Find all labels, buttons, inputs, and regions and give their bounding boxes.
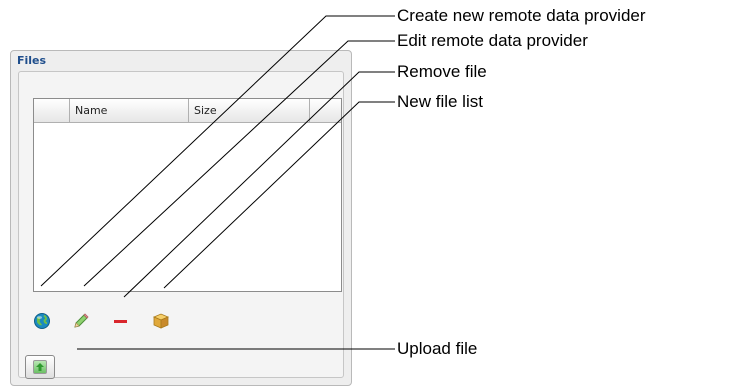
screenshot: Files Name Size Create new remote data p… — [0, 0, 731, 389]
callout-new-file-list: New file list — [397, 92, 483, 111]
leader-line-create — [40, 15, 395, 287]
callout-upload-file: Upload file — [397, 339, 478, 358]
callout-edit-provider: Edit remote data provider — [397, 31, 588, 50]
callout-create-provider: Create new remote data provider — [397, 6, 646, 25]
callout-remove-file: Remove file — [397, 62, 487, 81]
leader-line-edit — [83, 40, 395, 287]
leader-line-new-list — [163, 101, 395, 289]
callout-lines — [40, 15, 395, 350]
